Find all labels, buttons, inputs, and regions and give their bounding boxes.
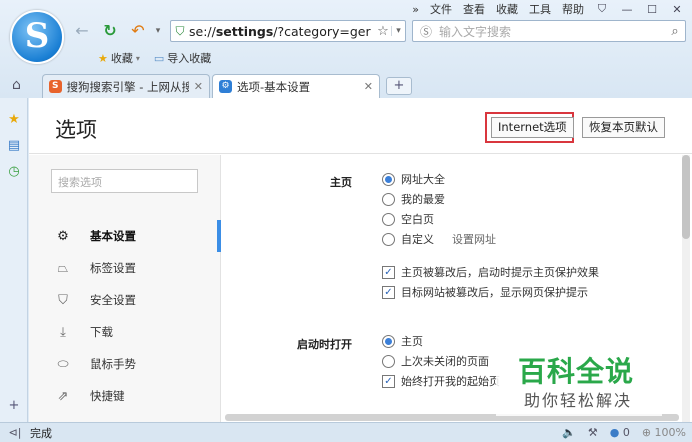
security-icon: ⛉ xyxy=(58,292,68,308)
undo-dropdown-icon[interactable]: ▾ xyxy=(148,21,168,41)
gear-icon: ⚙ xyxy=(57,228,69,244)
set-url-link[interactable]: 设置网址 xyxy=(452,231,496,247)
checkbox[interactable]: ✓ xyxy=(382,285,395,299)
checkbox[interactable]: ✓ xyxy=(382,374,395,388)
radio-button[interactable] xyxy=(382,172,395,186)
back-icon[interactable]: ← xyxy=(72,21,92,41)
menu-expand[interactable]: » xyxy=(412,3,419,16)
mouse-icon: ⬭ xyxy=(57,356,69,372)
sogou-favicon-icon: S xyxy=(49,80,62,93)
scrollbar-thumb[interactable] xyxy=(682,155,690,239)
menu-tools[interactable]: 工具 xyxy=(529,1,551,17)
menu-view[interactable]: 查看 xyxy=(463,1,485,17)
history-rail-icon[interactable]: ◷ xyxy=(6,164,22,180)
startup-option-homepage[interactable]: 主页 xyxy=(382,332,423,350)
shield-icon: ⛉ xyxy=(175,23,185,38)
browser-chrome: S » 文件 查看 收藏 工具 帮助 ⛉ — ☐ ✕ ← ↻ ↶ ▾ ⛉ se:… xyxy=(0,0,692,98)
home-icon[interactable]: ⌂ xyxy=(12,77,21,93)
radio-button[interactable] xyxy=(382,212,395,226)
sogou-logo[interactable]: S xyxy=(10,10,64,64)
chevron-down-icon: ▾ xyxy=(135,53,140,63)
status-text: 完成 xyxy=(30,426,52,440)
maximize-icon[interactable]: ☐ xyxy=(645,3,659,16)
refresh-icon[interactable]: ↻ xyxy=(100,21,120,41)
radio-button[interactable] xyxy=(382,354,395,368)
reader-rail-icon[interactable]: ▤ xyxy=(6,138,22,154)
new-tab-button[interactable]: + xyxy=(386,77,412,95)
sidebar-item-download[interactable]: ⤓ 下载 xyxy=(29,316,221,348)
homepage-option-default[interactable]: 网址大全 xyxy=(382,170,445,188)
skin-icon[interactable]: ⛉ xyxy=(595,2,609,16)
star-icon: ★ xyxy=(98,51,108,65)
shortcut-icon: ⇗ xyxy=(57,388,69,404)
address-dropdown-icon[interactable]: ▾ xyxy=(391,26,405,36)
page-header: 选项 Internet选项 恢复本页默认 xyxy=(29,98,692,154)
page-title: 选项 xyxy=(55,118,97,142)
volume-icon[interactable]: 🔈 xyxy=(562,426,576,439)
bookmarks-bar: ★ 收藏 ▾ ▭ 导入收藏 xyxy=(98,50,211,66)
radio-button[interactable] xyxy=(382,334,395,348)
watermark-subtitle: 助你轻松解决 xyxy=(524,391,633,410)
search-icon[interactable]: ⌕ xyxy=(665,24,685,39)
startup-label: 启动时打开 xyxy=(297,338,352,351)
address-url[interactable]: se://settings/?category=ger xyxy=(189,24,375,39)
address-bar[interactable]: ⛉ se://settings/?category=ger ☆ ▾ xyxy=(170,20,406,42)
sidebar-item-tabs[interactable]: ⏢ 标签设置 xyxy=(29,252,221,284)
checkbox[interactable]: ✓ xyxy=(382,265,395,279)
minimize-icon[interactable]: — xyxy=(620,3,634,16)
folder-icon: ▭ xyxy=(153,51,165,65)
settings-favicon-icon: ⚙ xyxy=(219,80,232,93)
star-icon[interactable]: ☆ xyxy=(375,24,391,39)
favorites-rail-icon[interactable]: ★ xyxy=(6,112,22,128)
radio-button[interactable] xyxy=(382,232,395,246)
sidebar-item-shortcuts[interactable]: ⇗ 快捷键 xyxy=(29,380,221,412)
menu-help[interactable]: 帮助 xyxy=(562,1,584,17)
sogou-search-icon[interactable]: Ⓢ xyxy=(413,23,439,40)
reset-defaults-button[interactable]: 恢复本页默认 xyxy=(582,117,665,138)
homepage-option-favorites[interactable]: 我的最爱 xyxy=(382,190,445,208)
status-bar: ⊲| 完成 🔈 ⚒ ● 0 ⊕ 100% xyxy=(0,422,692,442)
homepage-option-custom[interactable]: 自定义 设置网址 xyxy=(382,230,496,248)
search-box[interactable]: Ⓢ 输入文字搜索 ⌕ xyxy=(412,20,686,42)
settings-sidebar: 搜索选项 ⚙ 基本设置 ⏢ 标签设置 ⛉ 安全设置 ⤓ 下载 ⬭ 鼠标手势 ⇗ … xyxy=(29,155,221,422)
close-icon[interactable]: ✕ xyxy=(670,3,684,16)
homepage-protect-check[interactable]: ✓ 主页被篡改后，启动时提示主页保护效果 xyxy=(382,263,599,281)
sidebar-item-mouse-gesture[interactable]: ⬭ 鼠标手势 xyxy=(29,348,221,380)
search-placeholder[interactable]: 输入文字搜索 xyxy=(439,23,665,40)
radio-button[interactable] xyxy=(382,192,395,206)
tab-bar: ⌂ S 搜狗搜索引擎 - 上网从搜 ✕ ⚙ 选项-基本设置 ✕ + xyxy=(0,74,692,98)
startup-always-open-check[interactable]: ✓ 始终打开我的起始页 xyxy=(382,372,500,390)
site-protect-check[interactable]: ✓ 目标网站被篡改后，显示网页保护提示 xyxy=(382,283,588,301)
undo-close-icon[interactable]: ↶ xyxy=(128,21,148,41)
menu-favorites[interactable]: 收藏 xyxy=(496,1,518,17)
menu-file[interactable]: 文件 xyxy=(430,1,452,17)
sidebar-item-security[interactable]: ⛉ 安全设置 xyxy=(29,284,221,316)
side-rail: ★ ▤ ◷ + xyxy=(0,98,28,422)
homepage-label: 主页 xyxy=(330,176,352,189)
homepage-option-blank[interactable]: 空白页 xyxy=(382,210,434,228)
close-tab-icon[interactable]: ✕ xyxy=(194,80,203,93)
download-counter[interactable]: ● 0 xyxy=(610,426,630,439)
startup-option-last-session[interactable]: 上次未关闭的页面 xyxy=(382,352,489,370)
download-icon: ⤓ xyxy=(60,324,66,340)
sidebar-item-basic[interactable]: ⚙ 基本设置 xyxy=(29,220,221,252)
internet-options-button[interactable]: Internet选项 xyxy=(491,117,574,138)
tools-icon[interactable]: ⚒ xyxy=(588,426,598,439)
add-rail-icon[interactable]: + xyxy=(6,398,22,414)
favorites-button[interactable]: ★ 收藏 ▾ xyxy=(98,50,140,66)
close-tab-icon[interactable]: ✕ xyxy=(364,80,373,93)
vertical-scrollbar[interactable] xyxy=(682,155,690,422)
menubar: » 文件 查看 收藏 工具 帮助 ⛉ — ☐ ✕ xyxy=(412,1,684,17)
tab-settings[interactable]: ⚙ 选项-基本设置 ✕ xyxy=(212,74,380,98)
import-favorites-button[interactable]: ▭ 导入收藏 xyxy=(154,50,211,66)
zoom-icon: ⊕ xyxy=(641,426,652,439)
zoom-control[interactable]: ⊕ 100% xyxy=(642,426,686,439)
shield-icon: ● xyxy=(609,426,620,439)
tab-icon: ⏢ xyxy=(57,260,69,276)
options-search-input[interactable]: 搜索选项 xyxy=(51,169,198,193)
watermark-title: 百科全说 xyxy=(518,355,635,388)
sidebar-toggle-icon[interactable]: ⊲| xyxy=(0,426,30,439)
tab-sogou[interactable]: S 搜狗搜索引擎 - 上网从搜 ✕ xyxy=(42,74,210,98)
